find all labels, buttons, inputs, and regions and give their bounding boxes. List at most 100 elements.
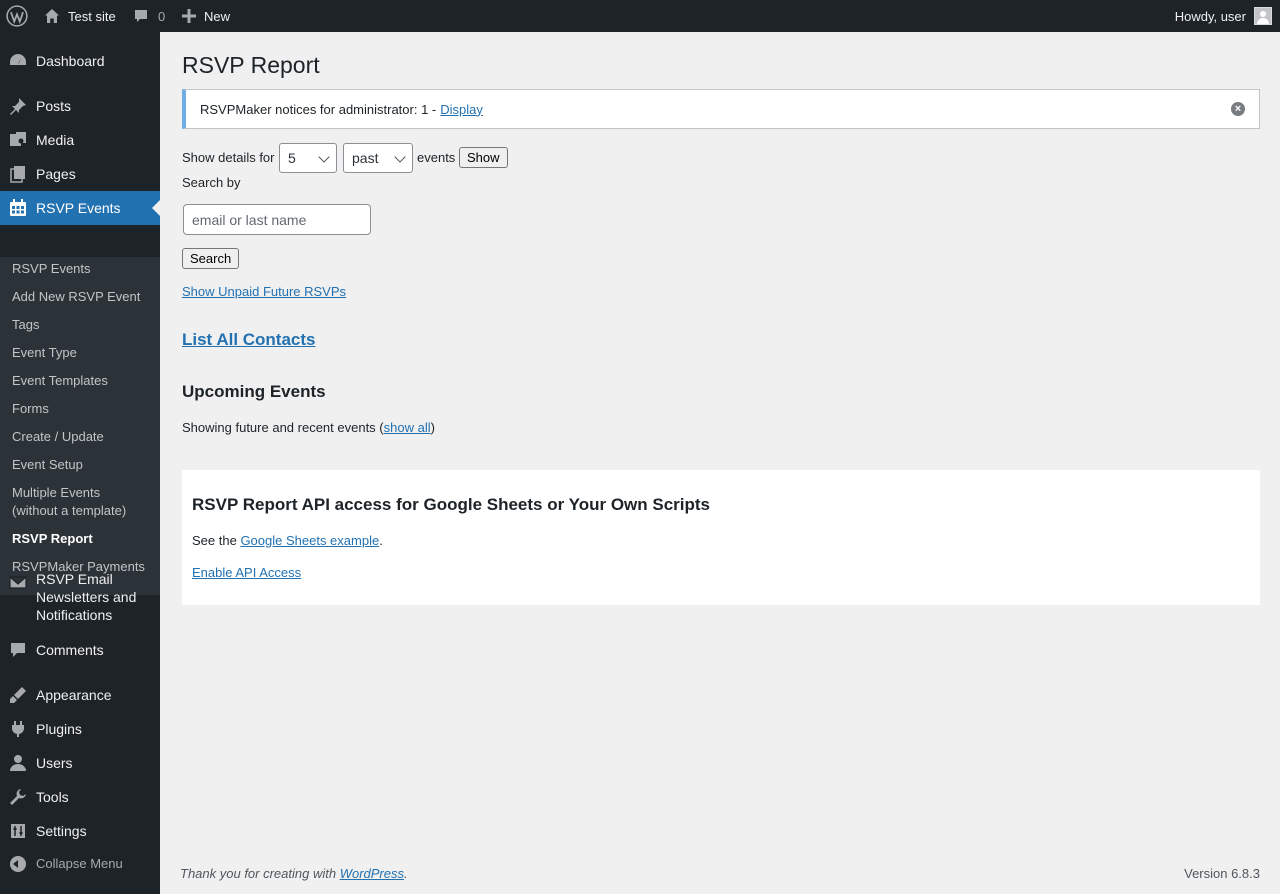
submenu-item-forms[interactable]: Forms	[12, 400, 152, 418]
email-icon	[8, 572, 28, 592]
pin-icon	[8, 96, 28, 116]
menu-item-comments[interactable]: Comments	[0, 632, 160, 668]
new-content-link[interactable]: New	[182, 0, 230, 32]
chevron-down-icon	[318, 151, 330, 163]
menu-label: Dashboard	[36, 53, 105, 69]
comment-icon	[135, 10, 147, 22]
wordpress-logo-icon[interactable]	[6, 0, 28, 32]
submenu-item-multiple-events[interactable]: Multiple Events (without a template)	[12, 484, 142, 520]
media-icon	[8, 130, 28, 150]
submenu-item-rsvp-report[interactable]: RSVP Report	[12, 530, 152, 548]
enable-api-access-link[interactable]: Enable API Access	[192, 565, 301, 580]
count-select[interactable]: 5	[279, 143, 337, 173]
footer-version: Version 6.8.3	[1184, 866, 1260, 881]
site-name: Test site	[68, 8, 116, 24]
collapse-label: Collapse Menu	[36, 856, 123, 871]
api-text-post: .	[379, 533, 383, 548]
api-description: See the Google Sheets example.	[192, 533, 383, 548]
search-input[interactable]	[183, 204, 371, 235]
thanks-post: .	[404, 866, 408, 881]
submenu-item-event-setup[interactable]: Event Setup	[12, 456, 152, 474]
avatar	[1254, 7, 1272, 25]
settings-icon	[8, 821, 28, 841]
comment-icon	[8, 640, 28, 660]
upcoming-events-heading: Upcoming Events	[182, 382, 326, 401]
menu-label: Plugins	[36, 721, 82, 737]
menu-label: Comments	[36, 642, 104, 658]
api-text-pre: See the	[192, 533, 241, 548]
search-by-label: Search by	[182, 175, 241, 190]
pages-icon	[8, 164, 28, 184]
dismiss-icon[interactable]: ×	[1231, 102, 1245, 116]
menu-label: Users	[36, 755, 73, 771]
site-name-link[interactable]: Test site	[44, 0, 116, 32]
menu-label: RSVP Email Newsletters and Notifications	[36, 571, 137, 623]
comments-link[interactable]: 0	[133, 0, 165, 32]
menu-label: Settings	[36, 823, 87, 839]
brush-icon	[8, 685, 28, 705]
menu-label: RSVP Events	[36, 200, 121, 216]
collapse-icon	[8, 854, 28, 874]
user-icon	[8, 753, 28, 773]
menu-item-media[interactable]: Media	[0, 122, 160, 158]
dashboard-icon	[8, 51, 28, 71]
footer-thanks: Thank you for creating with WordPress.	[180, 866, 408, 881]
events-label: events	[417, 150, 456, 165]
plus-icon	[182, 9, 196, 23]
home-icon	[45, 9, 59, 23]
menu-item-dashboard[interactable]: Dashboard	[0, 43, 160, 79]
admin-notice: RSVPMaker notices for administrator: 1 -…	[182, 89, 1260, 129]
submenu-item-event-templates[interactable]: Event Templates	[12, 372, 152, 390]
google-sheets-example-link[interactable]: Google Sheets example	[240, 533, 379, 548]
notice-display-link[interactable]: Display	[440, 102, 483, 117]
submenu-item-event-type[interactable]: Event Type	[12, 344, 152, 362]
thanks-text: Thank you for creating with	[180, 866, 340, 881]
period-select[interactable]: past	[343, 143, 413, 173]
count-value: 5	[288, 150, 296, 166]
upcoming-text: Showing future and recent events (	[182, 420, 384, 435]
submenu-item-create-update[interactable]: Create / Update	[12, 428, 152, 446]
menu-item-settings[interactable]: Settings	[0, 813, 160, 849]
page-title: RSVP Report	[182, 52, 320, 78]
notice-text: RSVPMaker notices for administrator: 1 -	[200, 101, 437, 117]
upcoming-events-text: Showing future and recent events (show a…	[182, 420, 435, 435]
admin-bar: Test site 0 New Howdy, user	[0, 0, 1280, 32]
menu-label: Tools	[36, 789, 69, 805]
calendar-icon	[8, 198, 28, 218]
menu-item-users[interactable]: Users	[0, 745, 160, 781]
menu-item-rsvp-email[interactable]: RSVP Email Newsletters and Notifications	[0, 570, 160, 626]
plugin-icon	[8, 719, 28, 739]
menu-item-tools[interactable]: Tools	[0, 779, 160, 815]
collapse-menu-button[interactable]: Collapse Menu	[0, 846, 160, 882]
unpaid-rsvps-link[interactable]: Show Unpaid Future RSVPs	[182, 284, 346, 299]
comments-count: 0	[158, 8, 166, 24]
api-heading: RSVP Report API access for Google Sheets…	[192, 495, 711, 514]
my-account-link[interactable]: Howdy, user	[1175, 0, 1272, 32]
menu-item-posts[interactable]: Posts	[0, 88, 160, 124]
wrench-icon	[8, 787, 28, 807]
wordpress-link[interactable]: WordPress	[340, 866, 404, 881]
menu-label: Pages	[36, 166, 76, 182]
menu-label: Media	[36, 132, 75, 148]
new-label: New	[204, 8, 231, 24]
period-value: past	[352, 150, 379, 166]
upcoming-close: )	[430, 420, 435, 435]
api-access-box: RSVP Report API access for Google Sheets…	[182, 470, 1260, 605]
admin-menu: Dashboard Posts Media Pages RSVP Events …	[0, 32, 160, 894]
show-all-link[interactable]: show all	[384, 420, 431, 435]
show-details-label: Show details for	[182, 150, 275, 165]
menu-item-pages[interactable]: Pages	[0, 156, 160, 192]
menu-item-appearance[interactable]: Appearance	[0, 677, 160, 713]
menu-label: Posts	[36, 98, 72, 114]
chevron-down-icon	[394, 151, 406, 163]
menu-label: Appearance	[36, 687, 112, 703]
search-button[interactable]: Search	[182, 248, 240, 269]
show-button[interactable]: Show	[459, 147, 508, 168]
menu-item-rsvp-events[interactable]: RSVP Events	[0, 191, 160, 225]
list-all-contacts-link[interactable]: List All Contacts	[182, 330, 316, 350]
menu-item-plugins[interactable]: Plugins	[0, 711, 160, 747]
submenu-item-add-new-rsvp-event[interactable]: Add New RSVP Event	[12, 288, 152, 306]
submenu: RSVP Events Add New RSVP Event Tags Even…	[0, 257, 160, 595]
submenu-item-tags[interactable]: Tags	[12, 316, 152, 334]
submenu-item-rsvp-events[interactable]: RSVP Events	[12, 260, 152, 278]
